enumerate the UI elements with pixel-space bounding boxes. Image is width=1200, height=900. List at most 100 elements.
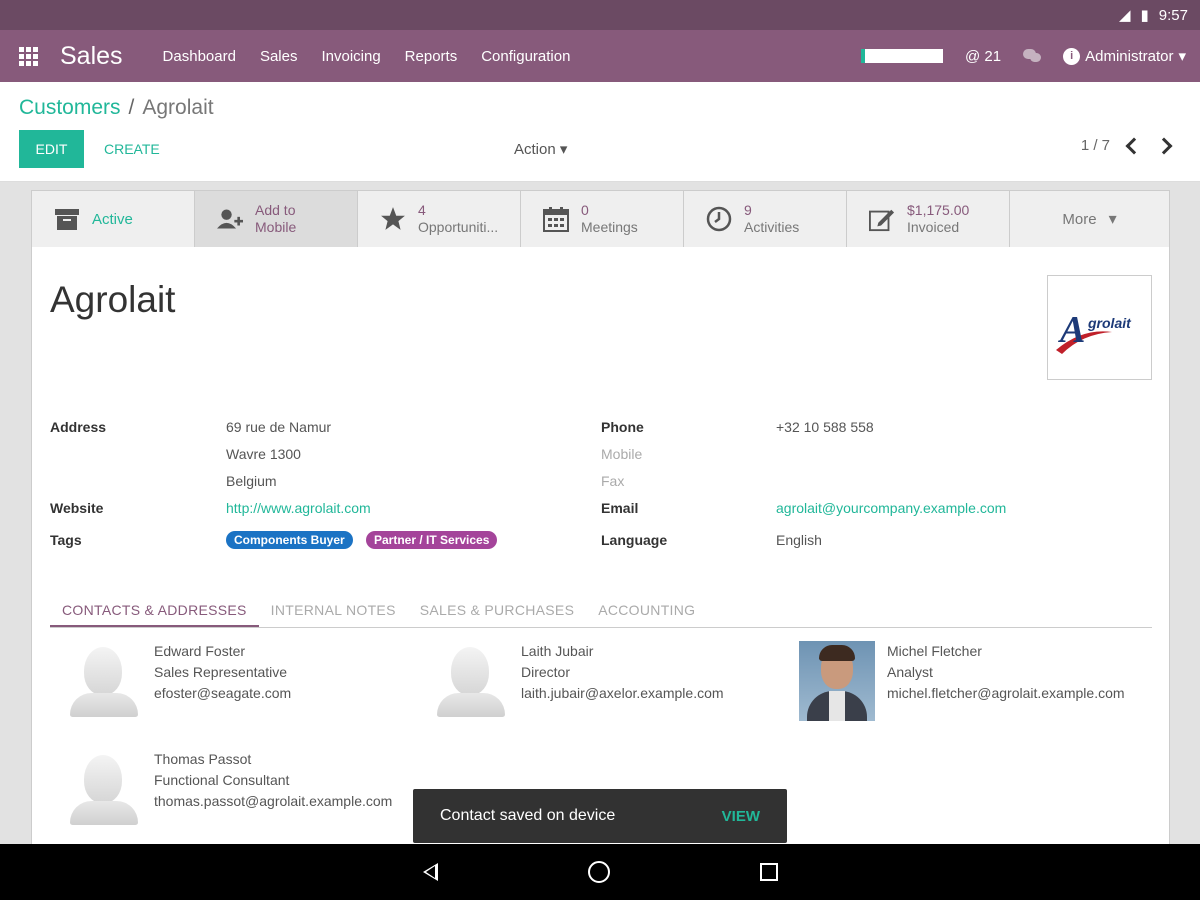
contact-title: Director: [521, 664, 571, 680]
meetings-label: Meetings: [581, 219, 638, 235]
user-name: Administrator: [1085, 47, 1174, 65]
app-title: Sales: [60, 41, 123, 70]
opportunities-count: 4: [418, 202, 426, 218]
smart-buttons: Active Add to Mobile 4 Opportuniti... 0 Mee…: [32, 191, 1169, 247]
apps-menu-icon[interactable]: [0, 30, 56, 82]
contact-name: Laith Jubair: [521, 643, 594, 659]
avatar-placeholder-icon: [66, 641, 142, 721]
active-label: Active: [92, 210, 133, 228]
pager: 1 / 7: [1080, 137, 1173, 154]
caret-down-icon: ▾: [1178, 48, 1186, 65]
fax-label: Fax: [601, 473, 625, 489]
edit-button[interactable]: EDIT: [19, 130, 84, 168]
recent-apps-icon[interactable]: [759, 863, 778, 881]
form-sheet: Active Add to Mobile 4 Opportuniti... 0 Mee…: [31, 190, 1170, 844]
chevron-left-icon[interactable]: [1125, 137, 1143, 154]
email-link[interactable]: agrolait@yourcompany.example.com: [776, 500, 1006, 516]
action-dropdown[interactable]: Action ▾: [514, 140, 567, 158]
tag-components-buyer: Components Buyer: [226, 531, 353, 549]
status-time: 9:57: [1158, 6, 1188, 24]
calendar-icon: [543, 206, 569, 232]
email-label: Email: [601, 500, 639, 516]
at-icon: @: [965, 47, 981, 65]
add-to-mobile-button[interactable]: Add to Mobile: [195, 191, 358, 247]
meetings-count: 0: [581, 202, 589, 218]
user-menu[interactable]: i Administrator ▾: [1063, 47, 1186, 65]
tab-internal-notes[interactable]: INTERNAL NOTES: [259, 596, 408, 627]
invoiced-amount: $1,175.00: [907, 202, 970, 218]
svg-text:A: A: [1058, 309, 1085, 351]
phone-value: +32 10 588 558: [776, 419, 874, 435]
add-mobile-line1: Add to: [255, 202, 296, 218]
tags-label: Tags: [50, 532, 82, 548]
contact-photo: [799, 641, 875, 721]
avatar-placeholder-icon: [66, 749, 142, 829]
archive-icon: [54, 206, 80, 232]
address-street: 69 rue de Namur: [226, 419, 332, 435]
breadcrumb-current: Agrolait: [142, 96, 214, 119]
star-icon: [380, 206, 406, 232]
opportunities-button[interactable]: 4 Opportuniti...: [358, 191, 521, 247]
menu-configuration[interactable]: Configuration: [481, 48, 570, 65]
invoiced-button[interactable]: $1,175.00 Invoiced: [847, 191, 1010, 247]
contact-title: Sales Representative: [154, 664, 288, 680]
chevron-right-icon[interactable]: [1155, 137, 1173, 154]
svg-text:grolait: grolait: [1087, 315, 1132, 331]
contact-email: michel.fletcher@agrolait.example.com: [887, 685, 1125, 701]
activities-count: 9: [744, 202, 752, 218]
notification-count: 21: [984, 47, 1002, 65]
menu-invoicing[interactable]: Invoicing: [321, 48, 380, 65]
contact-card[interactable]: Michel Fletcher Analyst michel.fletcher@…: [799, 641, 1125, 721]
breadcrumb: Customers / Agrolait: [19, 96, 214, 120]
invoiced-label: Invoiced: [907, 219, 960, 235]
language-label: Language: [601, 532, 668, 548]
meetings-button[interactable]: 0 Meetings: [521, 191, 684, 247]
tab-sales-purchases[interactable]: SALES & PURCHASES: [408, 596, 587, 627]
home-icon[interactable]: [587, 861, 610, 883]
contact-card[interactable]: Laith Jubair Director laith.jubair@axelo…: [433, 641, 724, 721]
toast-view-button[interactable]: VIEW: [722, 808, 760, 825]
contact-name: Michel Fletcher: [887, 643, 982, 659]
toast-message: Contact saved on device: [440, 807, 616, 824]
tag-partner-it-services: Partner / IT Services: [366, 531, 498, 549]
tab-accounting[interactable]: ACCOUNTING: [586, 596, 707, 627]
phone-label: Phone: [601, 419, 644, 435]
website-label: Website: [50, 500, 104, 516]
partner-name: Agrolait: [50, 279, 176, 320]
website-link[interactable]: http://www.agrolait.com: [226, 500, 371, 516]
form-content: Active Add to Mobile 4 Opportuniti... 0 Mee…: [0, 182, 1200, 844]
status-bar: ◢ ▮ 9:57: [0, 0, 1200, 30]
back-icon[interactable]: [422, 863, 438, 881]
more-button[interactable]: More ▾: [1010, 191, 1169, 247]
contact-name: Thomas Passot: [154, 751, 252, 767]
menu-sales[interactable]: Sales: [260, 48, 298, 65]
partner-logo[interactable]: A grolait: [1047, 275, 1152, 380]
mobile-label: Mobile: [601, 446, 643, 462]
create-button[interactable]: CREATE: [104, 130, 160, 168]
edit-document-icon: [869, 206, 895, 232]
address-label: Address: [50, 419, 107, 435]
contact-card[interactable]: Edward Foster Sales Representative efost…: [66, 641, 291, 721]
contact-email: laith.jubair@axelor.example.com: [521, 685, 724, 701]
control-panel: Customers / Agrolait EDIT CREATE Action …: [0, 82, 1200, 182]
activities-button[interactable]: 9 Activities: [684, 191, 847, 247]
address-country: Belgium: [226, 473, 277, 489]
menu-reports[interactable]: Reports: [405, 48, 458, 65]
tab-contacts-addresses[interactable]: CONTACTS & ADDRESSES: [50, 596, 259, 627]
add-mobile-line2: Mobile: [255, 219, 297, 235]
main-menu: Dashboard Sales Invoicing Reports Config…: [163, 48, 571, 65]
top-navbar: Sales Dashboard Sales Invoicing Reports …: [0, 30, 1200, 82]
breadcrumb-customers[interactable]: Customers: [19, 96, 121, 120]
contact-title: Functional Consultant: [154, 772, 290, 788]
notebook-tabs: CONTACTS & ADDRESSES INTERNAL NOTES SALE…: [50, 596, 1152, 628]
add-user-icon: [217, 206, 243, 232]
active-button[interactable]: Active: [32, 191, 195, 247]
chat-icon[interactable]: [1023, 49, 1042, 63]
menu-dashboard[interactable]: Dashboard: [163, 48, 236, 65]
signal-icon: ◢: [1118, 7, 1131, 24]
language-value: English: [776, 532, 822, 548]
pager-value: 1 / 7: [1080, 137, 1110, 154]
notifications[interactable]: @ 21: [965, 48, 1001, 65]
contact-card[interactable]: Thomas Passot Functional Consultant thom…: [66, 749, 392, 829]
nav-right: @ 21 i Administrator ▾: [861, 47, 1200, 65]
